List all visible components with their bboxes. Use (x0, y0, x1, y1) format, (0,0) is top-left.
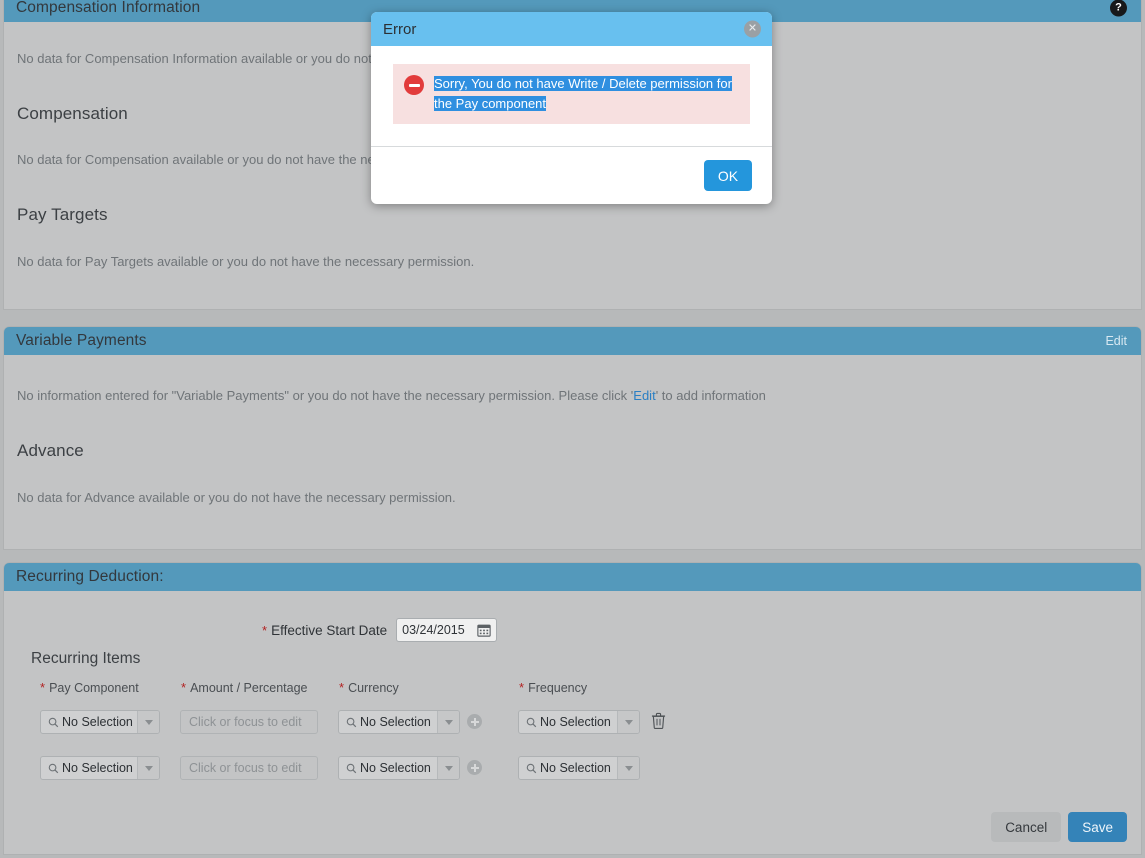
effective-start-date-label: Effective Start Date (271, 622, 388, 638)
error-dialog-title: Error (383, 20, 417, 38)
table-row-1-delete-button[interactable] (651, 712, 666, 734)
chevron-down-icon[interactable] (137, 757, 159, 779)
column-header-pay-component: * Pay Component (40, 680, 139, 695)
column-header-label: Currency (348, 681, 399, 695)
table-row-2-pay-component-select[interactable]: No Selection (40, 756, 160, 780)
table-row-1-currency-value: No Selection (360, 715, 431, 729)
error-dialog: Error ✕ Sorry, You do not have Write / D… (371, 12, 772, 204)
required-asterisk: * (181, 680, 187, 695)
column-header-frequency: * Frequency (519, 680, 587, 695)
chevron-down-icon[interactable] (617, 757, 639, 779)
chevron-down-icon[interactable] (137, 711, 159, 733)
recurring-items-heading: Recurring Items (31, 650, 141, 667)
help-circle-icon[interactable]: ? (1110, 0, 1127, 17)
calendar-icon[interactable] (477, 623, 491, 637)
variable-payments-note-after: ' to add information (655, 388, 766, 403)
column-header-label: Amount / Percentage (190, 681, 308, 695)
required-asterisk: * (262, 622, 268, 638)
recurring-deduction-title: Recurring Deduction: (16, 568, 164, 585)
table-row-2-add-currency-button[interactable] (467, 760, 482, 775)
chevron-down-icon[interactable] (437, 757, 459, 779)
table-row-1-pay-component-value: No Selection (62, 715, 133, 729)
error-dialog-header: Error ✕ (371, 12, 772, 46)
variable-payments-panel-header: Variable Payments Edit (4, 327, 1141, 355)
table-row-2-pay-component-value: No Selection (62, 761, 133, 775)
variable-payments-note-before: No information entered for "Variable Pay… (17, 388, 634, 403)
table-row-1-currency-select[interactable]: No Selection (338, 710, 460, 734)
table-row-1-add-currency-button[interactable] (467, 714, 482, 729)
advance-empty-note: No data for Advance available or you do … (17, 490, 456, 505)
table-row-2-currency-select[interactable]: No Selection (338, 756, 460, 780)
search-icon (343, 763, 359, 774)
recurring-deduction-panel-header: Recurring Deduction: (4, 563, 1141, 591)
ok-button[interactable]: OK (704, 160, 752, 191)
advance-subheading: Advance (17, 441, 84, 460)
error-message-line-2: the Pay component (434, 96, 547, 111)
required-asterisk: * (40, 680, 46, 695)
pay-targets-empty-note: No data for Pay Targets available or you… (17, 254, 475, 269)
search-icon (45, 763, 61, 774)
table-row-1-pay-component-select[interactable]: No Selection (40, 710, 160, 734)
chevron-down-icon[interactable] (617, 711, 639, 733)
recurring-deduction-panel: Recurring Deduction: (4, 563, 1141, 854)
table-row-1-frequency-value: No Selection (540, 715, 611, 729)
table-row-2-frequency-select[interactable]: No Selection (518, 756, 640, 780)
form-action-buttons: Cancel Save (991, 812, 1127, 842)
column-header-label: Pay Component (49, 681, 139, 695)
error-message-line-1: Sorry, You do not have Write / Delete pe… (434, 76, 732, 91)
error-dialog-body: Sorry, You do not have Write / Delete pe… (371, 46, 772, 146)
search-icon (523, 717, 539, 728)
cancel-button[interactable]: Cancel (991, 812, 1062, 842)
pay-targets-subheading: Pay Targets (17, 205, 108, 224)
search-icon (523, 763, 539, 774)
variable-payments-panel: Variable Payments Edit (4, 327, 1141, 549)
table-row-1-amount-input[interactable]: Click or focus to edit (180, 710, 318, 734)
effective-start-date-value: 03/24/2015 (402, 623, 465, 637)
effective-start-date-row: * Effective Start Date 03/24/2015 (262, 618, 498, 642)
variable-payments-edit-link[interactable]: Edit (1105, 334, 1127, 348)
search-icon (343, 717, 359, 728)
required-asterisk: * (339, 680, 345, 695)
page-title: Compensation Information (16, 0, 201, 16)
variable-payments-empty-note: No information entered for "Variable Pay… (17, 388, 766, 403)
column-header-amount-percentage: * Amount / Percentage (181, 680, 308, 695)
table-row-2-frequency-value: No Selection (540, 761, 611, 775)
table-row-2-amount-input[interactable]: Click or focus to edit (180, 756, 318, 780)
column-header-label: Frequency (528, 681, 588, 695)
variable-payments-title: Variable Payments (16, 332, 147, 349)
table-row-2-currency-value: No Selection (360, 761, 431, 775)
effective-start-date-input[interactable]: 03/24/2015 (396, 618, 498, 642)
compensation-subheading: Compensation (17, 104, 128, 123)
search-icon (45, 717, 61, 728)
required-asterisk: * (519, 680, 525, 695)
error-dialog-footer: OK (371, 146, 772, 204)
column-header-currency: * Currency (339, 680, 399, 695)
save-button[interactable]: Save (1068, 812, 1127, 842)
error-message-text: Sorry, You do not have Write / Delete pe… (434, 74, 732, 114)
chevron-down-icon[interactable] (437, 711, 459, 733)
error-message-box: Sorry, You do not have Write / Delete pe… (393, 64, 750, 124)
close-icon[interactable]: ✕ (744, 20, 761, 38)
table-row-1-frequency-select[interactable]: No Selection (518, 710, 640, 734)
variable-payments-inline-edit-link[interactable]: Edit (633, 388, 655, 403)
no-entry-icon (404, 75, 424, 95)
